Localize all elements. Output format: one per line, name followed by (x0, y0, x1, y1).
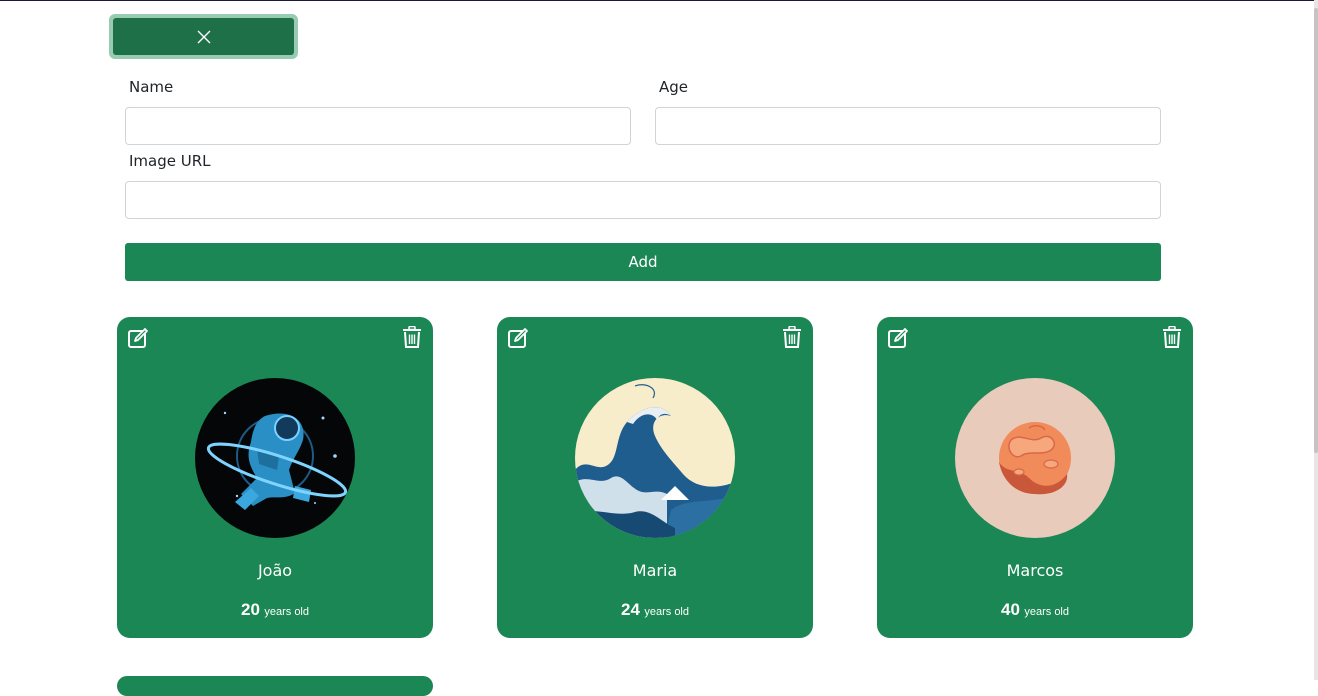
avatar-astronaut (195, 378, 355, 538)
age-number: 40 (1000, 600, 1020, 619)
person-age: 40 years old (877, 600, 1193, 620)
age-unit: years old (1024, 606, 1069, 618)
top-border (0, 0, 1318, 1)
age-unit: years old (644, 606, 689, 618)
scrollbar-thumb[interactable] (1314, 8, 1318, 453)
edit-icon[interactable] (127, 327, 149, 349)
person-age: 20 years old (117, 600, 433, 620)
person-card: João 20 years old (117, 317, 433, 638)
image-url-input[interactable] (125, 181, 1161, 219)
person-age: 24 years old (497, 600, 813, 620)
close-form-button[interactable] (113, 18, 294, 55)
person-name: Marcos (1006, 561, 1064, 580)
person-card: Marcos 40 years old (877, 317, 1193, 638)
edit-icon[interactable] (887, 327, 909, 349)
age-input[interactable] (655, 107, 1161, 145)
person-name: Maria (632, 561, 678, 580)
name-label: Name (129, 78, 174, 96)
trash-icon[interactable] (1162, 326, 1182, 348)
add-button[interactable]: Add (125, 243, 1161, 281)
edit-icon[interactable] (507, 327, 529, 349)
name-input[interactable] (125, 107, 631, 145)
person-card: Maria 24 years old (497, 317, 813, 638)
image-url-label: Image URL (129, 152, 211, 170)
age-label: Age (659, 78, 689, 96)
avatar-great-wave (575, 378, 735, 538)
person-card-partial (117, 676, 433, 696)
close-icon (197, 30, 210, 43)
trash-icon[interactable] (402, 326, 422, 348)
age-unit: years old (264, 606, 309, 618)
person-name: João (257, 561, 293, 580)
close-form-button-focus-ring (109, 14, 298, 59)
age-number: 24 (620, 600, 640, 619)
avatar-planet (955, 378, 1115, 538)
scrollbar-track[interactable] (1314, 0, 1318, 680)
age-number: 20 (240, 600, 260, 619)
trash-icon[interactable] (782, 326, 802, 348)
